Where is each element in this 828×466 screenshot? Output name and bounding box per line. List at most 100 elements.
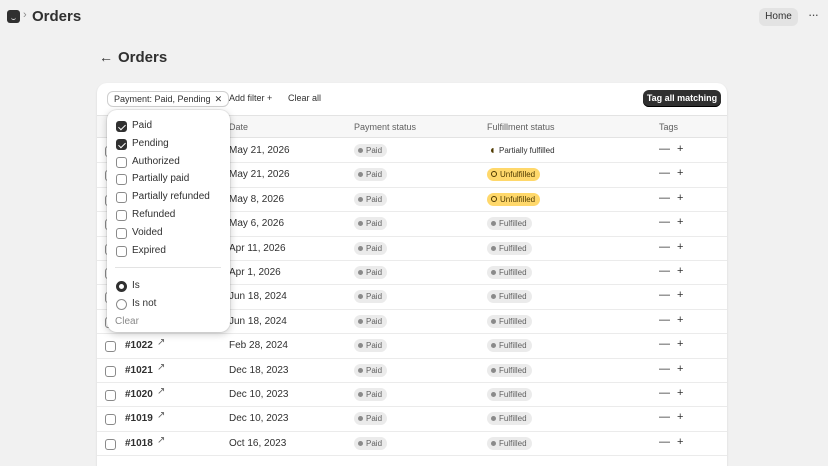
payment-status-badge: Paid (354, 192, 388, 206)
external-link-icon[interactable]: ↗︎ (157, 410, 165, 421)
option-label: Authorized (132, 155, 180, 167)
fulfillment-status-badge: Fulfilled (487, 436, 532, 450)
external-link-icon[interactable]: ↗︎ (157, 435, 165, 446)
status-dot-icon (358, 294, 363, 300)
option-label: Expired (132, 244, 166, 256)
order-number[interactable]: #1022 (125, 340, 153, 351)
payment-status-badge: Paid (354, 436, 388, 450)
payment-status-badge: Paid (354, 314, 388, 328)
fulfillment-status-label: Fulfilled (499, 341, 527, 351)
status-dot-icon (358, 196, 363, 202)
fulfillment-status-label: Unfulfilled (500, 170, 536, 180)
add-filter-button[interactable]: Add filter + (229, 93, 272, 103)
table-row[interactable]: #1021 ↗︎ Dec 18, 2023 Paid Fulfilled — + (97, 359, 727, 383)
fulfillment-status-label: Fulfilled (499, 438, 527, 448)
tags-controls[interactable]: — + (659, 192, 685, 204)
order-number[interactable]: #1020 (125, 389, 153, 400)
status-dot-icon (491, 221, 496, 227)
option-checkbox[interactable] (116, 210, 127, 221)
option-checkbox[interactable] (116, 121, 127, 132)
status-dot-icon (491, 343, 496, 349)
option-checkbox[interactable] (116, 174, 127, 186)
fulfillment-status-badge: Fulfilled (487, 363, 532, 377)
row-checkbox[interactable] (105, 438, 116, 450)
fulfillment-status-badge: Fulfilled (487, 412, 532, 426)
home-button[interactable]: Home (759, 8, 798, 26)
remove-filter-icon[interactable]: ✕ (215, 94, 223, 104)
fulfillment-status-label: Fulfilled (499, 219, 527, 229)
tags-controls[interactable]: — + (659, 338, 685, 350)
popover-clear-button[interactable]: Clear (115, 316, 139, 327)
app-window-icon[interactable] (7, 10, 20, 23)
payment-status-badge: Paid (354, 363, 388, 377)
payment-status-label: Paid (366, 194, 383, 204)
match-radio[interactable] (116, 281, 127, 292)
fulfillment-status-badge: Fulfilled (487, 314, 532, 328)
fulfillment-status-label: Fulfilled (499, 414, 527, 424)
tags-controls[interactable]: — + (659, 241, 685, 253)
tag-all-matching-button[interactable]: Tag all matching (643, 90, 721, 107)
fulfillment-status-label: Fulfilled (499, 292, 527, 302)
more-actions-icon[interactable]: ··· (808, 7, 819, 22)
tags-controls[interactable]: — + (659, 265, 685, 277)
row-checkbox[interactable] (105, 341, 116, 353)
option-checkbox[interactable] (116, 245, 127, 257)
payment-column-header[interactable]: Payment status (354, 122, 416, 132)
date-column-header[interactable]: Date (229, 122, 248, 132)
fulfillment-status-label: Partially fulfilled (499, 146, 555, 155)
tags-controls[interactable]: — + (659, 411, 685, 423)
status-dot-icon (358, 440, 363, 446)
tags-controls[interactable]: — + (659, 167, 685, 179)
row-checkbox[interactable] (105, 365, 116, 377)
payment-filter-chip[interactable]: Payment: Paid, Pending ✕ (107, 91, 230, 107)
status-dot-icon (358, 221, 363, 227)
option-checkbox[interactable] (116, 138, 127, 150)
external-link-icon[interactable]: ↗︎ (157, 337, 165, 348)
status-dot-icon (491, 367, 496, 373)
fulfillment-status-badge: Unfulfilled (487, 192, 541, 206)
tags-controls[interactable]: — + (659, 289, 685, 301)
status-dot-icon (358, 392, 363, 397)
payment-status-label: Paid (366, 170, 383, 180)
order-number[interactable]: #1018 (125, 438, 153, 449)
fulfillment-status-label: Unfulfilled (500, 194, 536, 204)
order-date: May 8, 2026 (229, 193, 285, 205)
tags-controls[interactable]: — + (659, 314, 685, 326)
tags-controls[interactable]: — + (659, 387, 685, 399)
tags-controls[interactable]: — + (659, 436, 685, 448)
table-row[interactable]: #1018 ↗︎ Oct 16, 2023 Paid Fulfilled — + (97, 432, 727, 457)
status-dot-icon (358, 318, 363, 324)
status-dot-icon (491, 245, 496, 251)
option-label: Voided (132, 226, 163, 238)
row-checkbox[interactable] (105, 414, 116, 426)
table-row[interactable]: #1022 ↗︎ Feb 28, 2024 Paid Fulfilled — + (97, 334, 727, 359)
row-checkbox[interactable] (105, 390, 116, 401)
payment-status-label: Paid (366, 341, 383, 351)
option-checkbox[interactable] (116, 227, 127, 239)
match-radio[interactable] (116, 298, 127, 310)
option-label: Paid (132, 120, 153, 131)
tags-controls[interactable]: — + (659, 143, 685, 155)
option-label: Partially refunded (132, 191, 210, 203)
fulfillment-status-badge: Partially fulfilled (487, 144, 560, 157)
option-checkbox[interactable] (116, 192, 127, 204)
tags-controls[interactable]: — + (659, 363, 685, 375)
option-label: Partially paid (132, 173, 190, 185)
fulfillment-column-header[interactable]: Fulfillment status (487, 122, 555, 132)
tags-controls[interactable]: — + (659, 216, 685, 228)
status-dot-icon (491, 318, 496, 324)
order-number[interactable]: #1021 (125, 365, 153, 376)
status-dot-icon (491, 392, 496, 397)
payment-status-badge: Paid (354, 144, 388, 157)
clear-all-button[interactable]: Clear all (288, 93, 321, 103)
status-dot-icon (358, 245, 363, 251)
table-row[interactable]: #1020 ↗︎ Dec 10, 2023 Paid Fulfilled — + (97, 383, 727, 408)
payment-status-badge: Paid (354, 241, 388, 255)
external-link-icon[interactable]: ↗︎ (157, 386, 165, 397)
table-row[interactable]: #1019 ↗︎ Dec 10, 2023 Paid Fulfilled — + (97, 407, 727, 432)
external-link-icon[interactable]: ↗︎ (157, 362, 165, 373)
back-arrow-icon[interactable]: ← (99, 49, 113, 65)
payment-status-label: Paid (366, 268, 383, 277)
option-checkbox[interactable] (116, 156, 127, 168)
order-number[interactable]: #1019 (125, 413, 153, 424)
